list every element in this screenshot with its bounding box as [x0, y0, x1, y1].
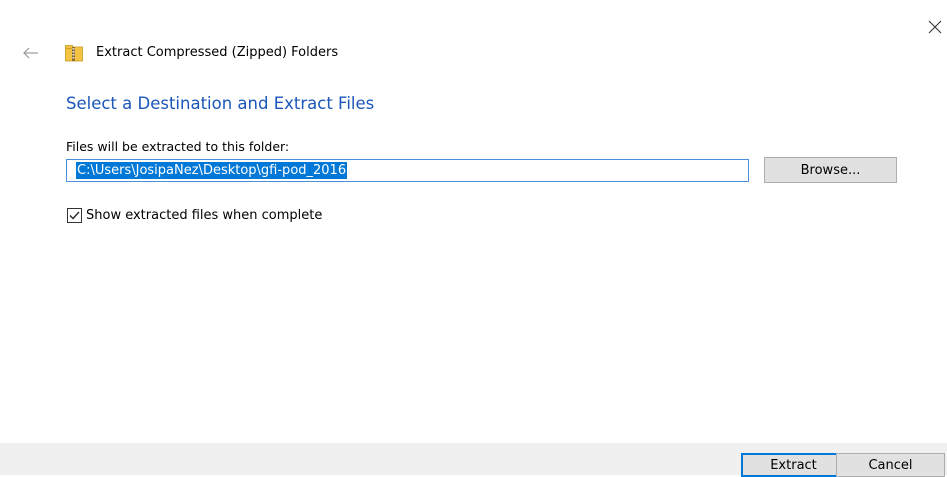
zip-folder-icon: [65, 45, 83, 62]
show-files-label: Show extracted files when complete: [86, 208, 323, 223]
extract-button[interactable]: Extract: [741, 453, 846, 477]
cancel-button[interactable]: Cancel: [836, 453, 945, 477]
destination-path-input[interactable]: C:\Users\JosipaNez\Desktop\gfi-pod_2016: [66, 159, 749, 182]
back-button[interactable]: [18, 40, 44, 66]
back-arrow-icon: [23, 47, 38, 59]
page-heading: Select a Destination and Extract Files: [66, 94, 375, 113]
browse-button[interactable]: Browse...: [764, 157, 897, 183]
close-icon: [928, 20, 942, 34]
checkmark-icon: [69, 211, 80, 220]
window-title: Extract Compressed (Zipped) Folders: [96, 45, 339, 60]
destination-path-value: C:\Users\JosipaNez\Desktop\gfi-pod_2016: [76, 162, 348, 179]
show-files-checkbox[interactable]: [67, 208, 82, 223]
destination-label: Files will be extracted to this folder:: [66, 139, 290, 154]
show-files-option[interactable]: Show extracted files when complete: [67, 208, 322, 223]
close-button[interactable]: [925, 16, 945, 38]
